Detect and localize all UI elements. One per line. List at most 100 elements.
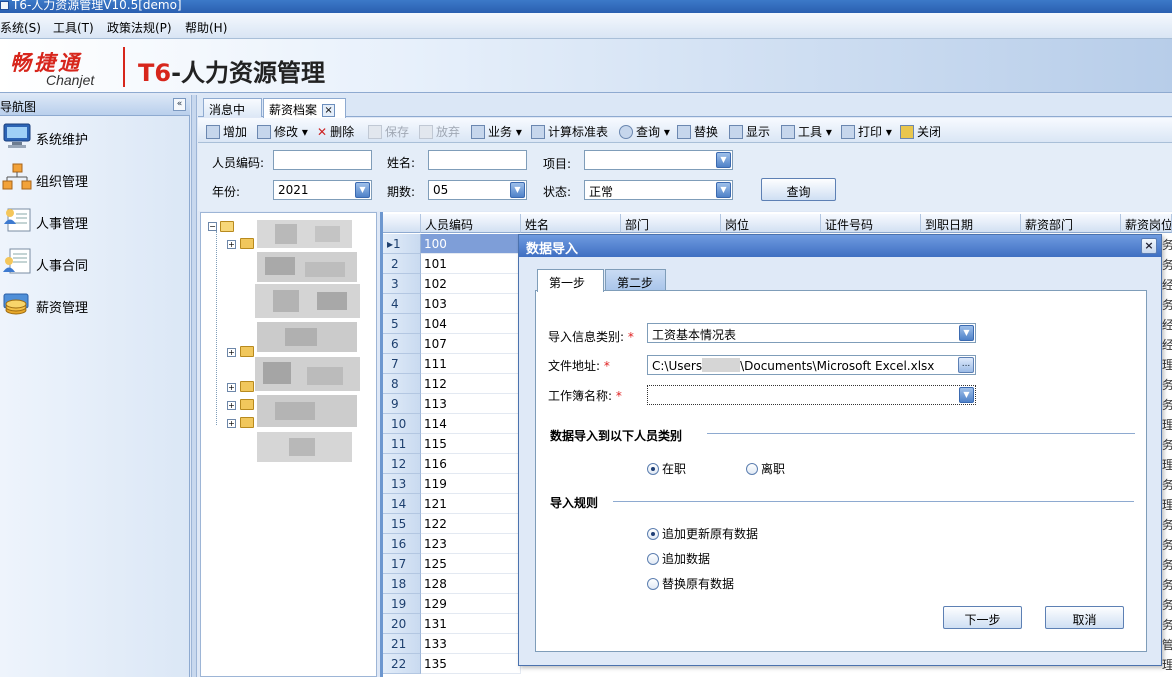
cell-salary-position[interactable]: 务 [1162, 436, 1172, 456]
row-number[interactable]: 15 [383, 514, 421, 534]
cell-salary-position[interactable]: 经 [1162, 276, 1172, 296]
tab-step-two[interactable]: 第二步 [605, 269, 666, 291]
row-number[interactable]: 16 [383, 534, 421, 554]
column-header[interactable]: 到职日期 [921, 214, 1021, 233]
row-number[interactable]: 4 [383, 294, 421, 314]
row-number[interactable]: 7 [383, 354, 421, 374]
calc-standard-button[interactable]: 计算标准表 [531, 123, 608, 140]
row-number[interactable]: 21 [383, 634, 421, 654]
column-header[interactable]: 薪资岗位 [1121, 214, 1172, 233]
cell-emp-code[interactable]: 123 [421, 534, 521, 554]
row-number[interactable]: 20 [383, 614, 421, 634]
column-header[interactable]: 姓名 [521, 214, 621, 233]
nav-item-contract[interactable]: 人事合同 [0, 242, 190, 282]
column-header[interactable]: 薪资部门 [1021, 214, 1121, 233]
column-header[interactable]: 证件号码 [821, 214, 921, 233]
print-button[interactable]: 打印 ▾ [841, 123, 892, 140]
cell-salary-position[interactable]: 务 [1162, 576, 1172, 596]
expand-node-icon[interactable]: + [227, 383, 236, 392]
cell-emp-code[interactable]: 128 [421, 574, 521, 594]
cell-salary-position[interactable]: 务 [1162, 596, 1172, 616]
radio-active-employees[interactable]: 在职 [647, 460, 686, 477]
panel-splitter[interactable] [191, 95, 197, 677]
expand-node-icon[interactable]: + [227, 348, 236, 357]
close-button[interactable]: 关闭 [900, 123, 941, 140]
cell-emp-code[interactable]: 107 [421, 334, 521, 354]
cell-emp-code[interactable]: 116 [421, 454, 521, 474]
cancel-button[interactable]: 取消 [1045, 606, 1124, 629]
cell-salary-position[interactable]: 务 [1162, 396, 1172, 416]
cell-salary-position[interactable]: 经 [1162, 316, 1172, 336]
row-number[interactable]: 3 [383, 274, 421, 294]
radio-replace[interactable]: 替换原有数据 [647, 575, 734, 592]
file-path-input[interactable]: C:\Users \Documents\Microsoft Excel.xlsx.… [647, 355, 976, 375]
cell-emp-code[interactable]: 121 [421, 494, 521, 514]
menu-policy[interactable]: 政策法规(P) [107, 19, 172, 36]
tab-message-center[interactable]: 消息中心 [203, 98, 262, 134]
collapse-icon[interactable]: « [173, 98, 186, 111]
status-select[interactable]: 正常 ▼ [584, 180, 733, 200]
cell-salary-position[interactable]: 管 [1162, 636, 1172, 656]
replace-button[interactable]: 替换 [677, 123, 718, 140]
expand-node-icon[interactable]: + [227, 240, 236, 249]
radio-left-employees[interactable]: 离职 [746, 460, 785, 477]
row-number[interactable]: 11 [383, 434, 421, 454]
emp-code-input[interactable] [273, 150, 372, 170]
cell-emp-code[interactable]: 103 [421, 294, 521, 314]
row-number[interactable]: 8 [383, 374, 421, 394]
cell-salary-position[interactable]: 理 [1162, 356, 1172, 376]
cell-emp-code[interactable]: 112 [421, 374, 521, 394]
menu-tools[interactable]: 工具(T) [53, 19, 94, 36]
tools-button[interactable]: 工具 ▾ [781, 123, 832, 140]
delete-button[interactable]: ✕ 删除 [317, 123, 354, 140]
cell-salary-position[interactable]: 务 [1162, 296, 1172, 316]
radio-append[interactable]: 追加数据 [647, 550, 710, 567]
cell-salary-position[interactable]: 务 [1162, 616, 1172, 636]
row-number[interactable]: 6 [383, 334, 421, 354]
cell-emp-code[interactable]: 135 [421, 654, 521, 674]
column-header[interactable]: 人员编码 [421, 214, 521, 233]
row-number[interactable]: 13 [383, 474, 421, 494]
cell-salary-position[interactable]: 务 [1162, 536, 1172, 556]
cell-emp-code[interactable]: 129 [421, 594, 521, 614]
expand-node-icon[interactable]: + [227, 401, 236, 410]
edit-button[interactable]: 修改 ▾ [257, 123, 308, 140]
cell-emp-code[interactable]: 100 [421, 234, 521, 254]
cell-salary-position[interactable]: 务 [1162, 476, 1172, 496]
cell-emp-code[interactable]: 122 [421, 514, 521, 534]
next-button[interactable]: 下一步 [943, 606, 1022, 629]
row-number[interactable]: 17 [383, 554, 421, 574]
display-button[interactable]: 显示 [729, 123, 770, 140]
cell-salary-position[interactable]: 务 [1162, 236, 1172, 256]
cell-salary-position[interactable]: 理 [1162, 656, 1172, 676]
tab-step-one[interactable]: 第一步 [537, 269, 604, 292]
sheet-name-select[interactable]: ▼ [647, 385, 976, 405]
cell-salary-position[interactable]: 理 [1162, 456, 1172, 476]
cell-emp-code[interactable]: 113 [421, 394, 521, 414]
cell-emp-code[interactable]: 104 [421, 314, 521, 334]
row-number[interactable]: 10 [383, 414, 421, 434]
radio-append-update[interactable]: 追加更新原有数据 [647, 525, 758, 542]
tab-salary-archive[interactable]: 薪资档案 × [263, 98, 346, 118]
cell-salary-position[interactable]: 理 [1162, 416, 1172, 436]
cell-emp-code[interactable]: 101 [421, 254, 521, 274]
name-input[interactable] [428, 150, 527, 170]
add-button[interactable]: 增加 [206, 123, 247, 140]
browse-icon[interactable]: ... [958, 357, 974, 373]
query-submit-button[interactable]: 查询 [761, 178, 836, 201]
period-select[interactable]: 05 ▼ [428, 180, 527, 200]
row-number[interactable]: 14 [383, 494, 421, 514]
cell-emp-code[interactable]: 125 [421, 554, 521, 574]
nav-item-org[interactable]: 组织管理 [0, 158, 190, 198]
column-header[interactable]: 部门 [621, 214, 721, 233]
save-button[interactable]: 保存 [368, 123, 409, 140]
nav-item-hr[interactable]: 人事管理 [0, 200, 190, 240]
cell-emp-code[interactable]: 119 [421, 474, 521, 494]
cell-emp-code[interactable]: 115 [421, 434, 521, 454]
year-select[interactable]: 2021 ▼ [273, 180, 372, 200]
cell-emp-code[interactable]: 111 [421, 354, 521, 374]
dialog-close-icon[interactable]: × [1141, 238, 1157, 254]
row-number[interactable]: 22 [383, 654, 421, 674]
cell-emp-code[interactable]: 102 [421, 274, 521, 294]
business-button[interactable]: 业务 ▾ [471, 123, 522, 140]
